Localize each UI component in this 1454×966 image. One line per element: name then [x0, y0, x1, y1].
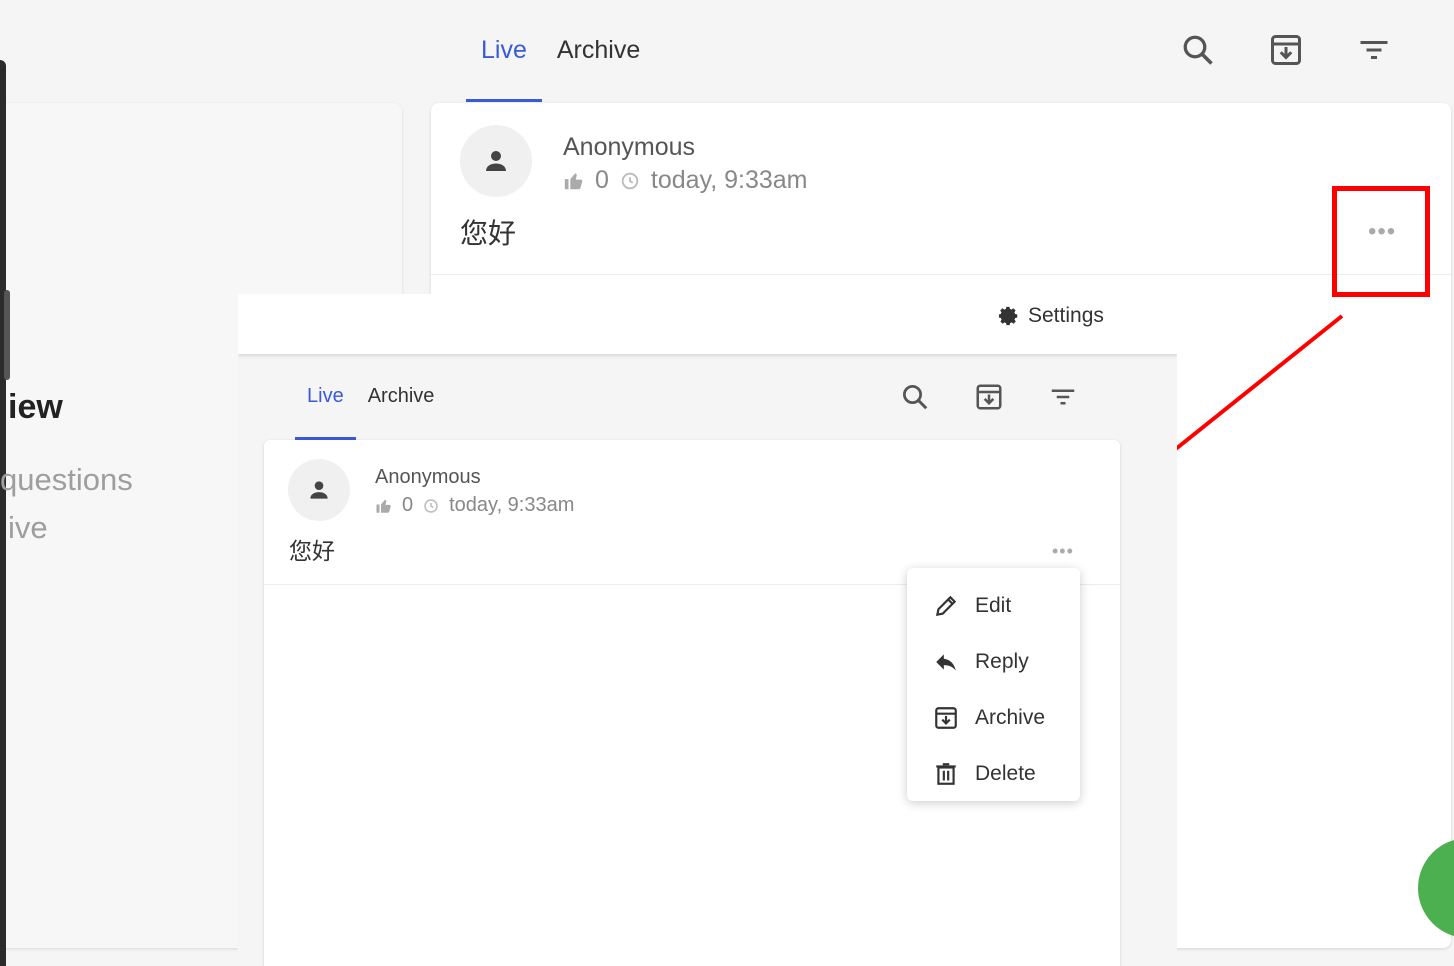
question-time: today, 9:33am [650, 166, 808, 194]
trash-icon [936, 763, 956, 785]
thumbs-up-icon[interactable] [563, 170, 585, 192]
menu-item-archive[interactable]: Archive [907, 690, 1080, 746]
avatar [460, 125, 532, 197]
question-meta: 0 today, 9:33am [375, 494, 574, 517]
search-icon[interactable] [1180, 30, 1216, 70]
tab-archive[interactable]: Archive [356, 374, 447, 440]
person-icon [310, 481, 328, 499]
toolbar-icons [1180, 30, 1392, 70]
gear-icon [998, 306, 1018, 326]
like-count: 0 [595, 166, 609, 194]
search-icon[interactable] [900, 380, 930, 414]
pencil-icon [935, 595, 957, 617]
tab-bar: Live Archive [466, 30, 655, 102]
archive-icon [935, 707, 957, 729]
tab-live[interactable]: Live [466, 30, 542, 102]
question-author: Anonymous [375, 466, 481, 488]
left-panel-line1: questions [0, 462, 133, 497]
menu-item-delete[interactable]: Delete [907, 746, 1080, 802]
sidebar-edge [0, 60, 6, 966]
reply-icon [936, 654, 956, 671]
archive-icon[interactable] [974, 380, 1004, 414]
question-meta: 0 today, 9:33am [563, 166, 808, 195]
left-panel-title: iew [8, 388, 63, 426]
like-count: 0 [402, 494, 414, 516]
clock-icon [424, 498, 438, 513]
settings-label: Settings [1028, 304, 1104, 327]
inset-toolbar-icons [900, 380, 1078, 414]
inset-tab-bar: Live Archive [295, 374, 446, 440]
context-menu: Edit Reply Archive Delete [907, 568, 1080, 801]
menu-item-label: Edit [975, 594, 1012, 617]
inset-screenshot: Settings Live Archive Anonymous 0 today,… [238, 294, 1177, 966]
inset-header: Settings [238, 294, 1177, 354]
more-options-icon[interactable]: ••• [1052, 541, 1074, 562]
question-time: today, 9:33am [449, 494, 575, 516]
tab-live[interactable]: Live [295, 374, 356, 440]
divider [431, 274, 1451, 275]
filter-icon[interactable] [1356, 30, 1392, 70]
filter-icon[interactable] [1048, 380, 1078, 414]
tab-archive[interactable]: Archive [542, 30, 655, 102]
drag-handle[interactable] [4, 290, 10, 380]
menu-item-label: Reply [975, 650, 1029, 673]
menu-item-edit[interactable]: Edit [907, 578, 1080, 634]
question-body: 您好 [289, 538, 335, 564]
avatar [288, 459, 350, 521]
person-icon [486, 151, 506, 171]
left-panel-line2: ive [8, 510, 48, 545]
menu-item-label: Archive [975, 706, 1046, 729]
question-body: 您好 [460, 218, 517, 249]
archive-icon[interactable] [1268, 30, 1304, 70]
settings-button[interactable]: Settings [998, 304, 1104, 328]
clock-icon [621, 172, 639, 189]
question-author: Anonymous [563, 133, 696, 161]
thumbs-up-icon[interactable] [375, 497, 393, 515]
highlight-box [1332, 186, 1430, 297]
menu-item-label: Delete [975, 762, 1036, 785]
menu-item-reply[interactable]: Reply [907, 634, 1080, 690]
